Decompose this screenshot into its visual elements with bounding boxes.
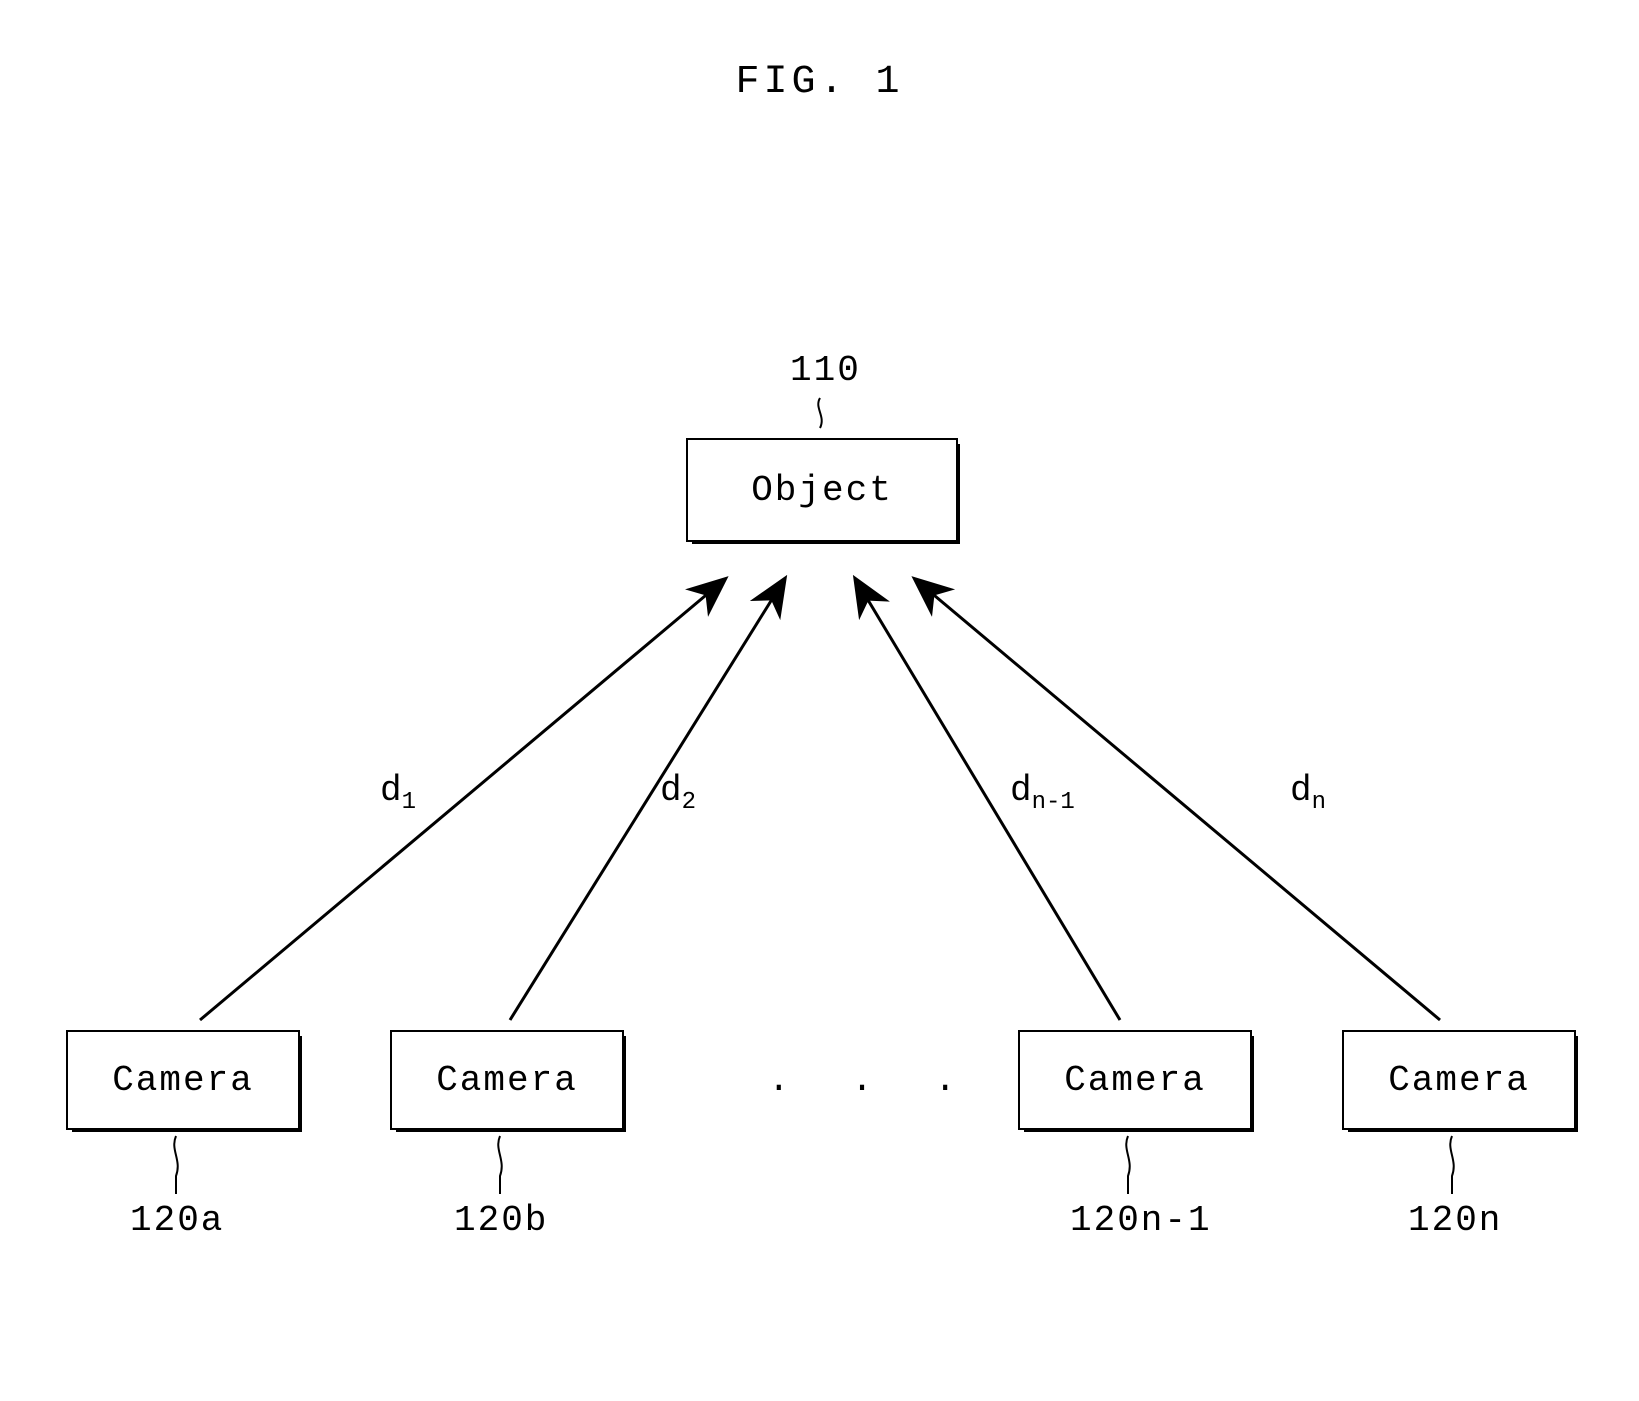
camera-2-box: Camera: [390, 1030, 624, 1130]
camera-3-label: Camera: [1064, 1060, 1206, 1101]
camera-2-ref: 120b: [454, 1200, 548, 1241]
camera-3-ref: 120n-1: [1070, 1200, 1212, 1241]
object-label: Object: [751, 470, 893, 511]
camera-1-label: Camera: [112, 1060, 254, 1101]
figure-title: FIG. 1: [735, 60, 903, 105]
ellipsis: . . .: [768, 1060, 976, 1101]
camera-4-label: Camera: [1388, 1060, 1530, 1101]
object-box: Object: [686, 438, 958, 542]
arrow-label-d1: d1: [380, 770, 416, 816]
camera-3-box: Camera: [1018, 1030, 1252, 1130]
camera-1-ref: 120a: [130, 1200, 224, 1241]
arrow-label-dn: dn: [1290, 770, 1326, 816]
arrow-label-d2: d2: [660, 770, 696, 816]
object-ref-label: 110: [790, 350, 861, 391]
camera-2-label: Camera: [436, 1060, 578, 1101]
camera-4-box: Camera: [1342, 1030, 1576, 1130]
camera-4-ref: 120n: [1408, 1200, 1502, 1241]
camera-1-box: Camera: [66, 1030, 300, 1130]
diagram-connectors: [0, 0, 1639, 1401]
arrow-label-dn-1: dn-1: [1010, 770, 1075, 816]
